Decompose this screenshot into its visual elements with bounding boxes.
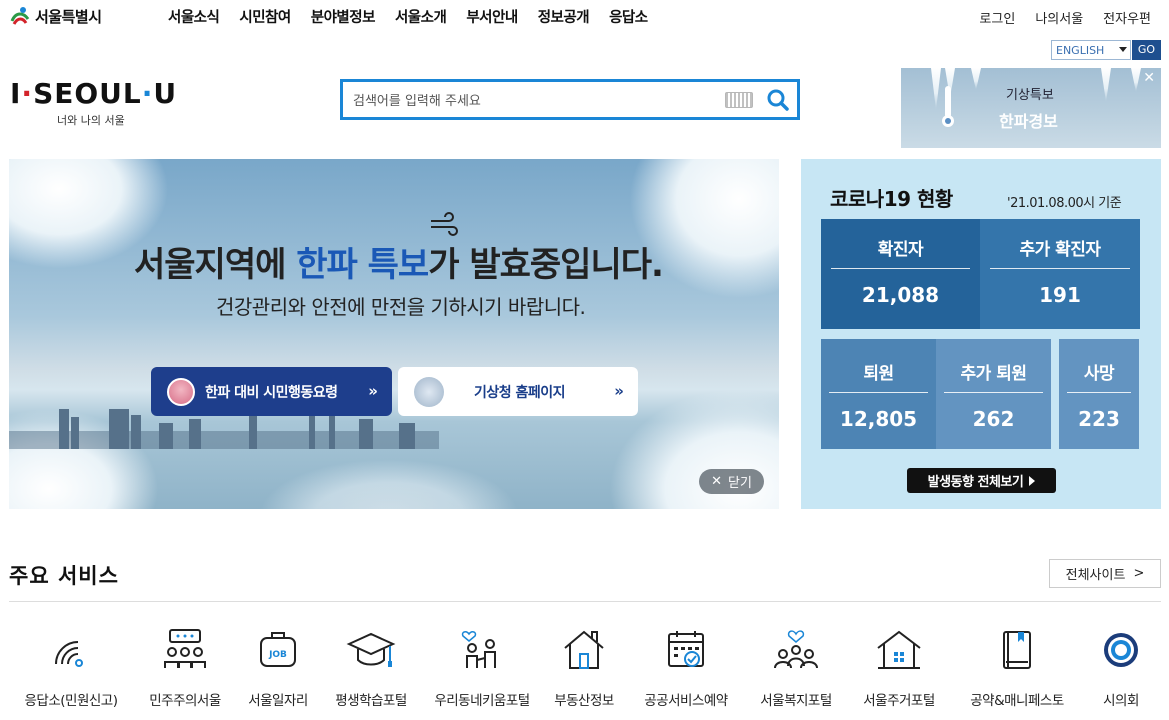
brand-wordmark: I·SEOUL·U xyxy=(10,77,178,110)
language-go-button[interactable]: GO xyxy=(1132,40,1161,60)
alert-title: 한파경보 xyxy=(999,112,1058,131)
section-divider xyxy=(9,601,1161,602)
deaths-value: 223 xyxy=(1078,407,1120,431)
main-menu: 서울소식 시민참여 분야별정보 서울소개 부서안내 정보공개 응답소 xyxy=(168,6,668,27)
covid-status-panel: 코로나19 현황 '21.01.08.00시 기준 확진자 21,088 추가 … xyxy=(801,159,1161,509)
seoul-city-logo[interactable]: 서울특별시 xyxy=(9,5,102,27)
login-link[interactable]: 로그인 xyxy=(979,8,1015,27)
thermometer-icon xyxy=(942,86,954,127)
cold-wave-hero: 서울지역에 한파 특보가 발효중입니다. 건강관리와 안전에 만전을 기하시기 … xyxy=(9,159,779,509)
community-heart-icon xyxy=(774,630,818,669)
service-kium[interactable]: 우리동네키움포털 xyxy=(427,628,537,709)
close-icon: ✕ xyxy=(711,474,722,489)
service-housing[interactable]: 서울주거포털 xyxy=(844,628,954,709)
menu-departments[interactable]: 부서안내 xyxy=(466,6,518,27)
job-bag-icon: JOB xyxy=(260,632,296,667)
council-emblem-icon xyxy=(1104,633,1138,667)
discharged-cell: 퇴원 12,805 xyxy=(821,339,936,449)
services-title: 주요 서비스 xyxy=(9,564,119,588)
menu-about[interactable]: 서울소개 xyxy=(395,6,447,27)
service-real-estate[interactable]: 부동산정보 xyxy=(529,628,639,709)
all-sites-button[interactable]: 전체사이트 > xyxy=(1049,559,1161,588)
menu-disclosure[interactable]: 정보공개 xyxy=(538,6,590,27)
city-name: 서울특별시 xyxy=(35,7,102,26)
signal-icon xyxy=(55,641,83,667)
chevron-right-icon: » xyxy=(368,382,378,400)
virtual-keyboard-icon[interactable] xyxy=(725,91,753,108)
hero-subline: 건강관리와 안전에 만전을 기하시기 바랍니다. xyxy=(216,295,586,319)
menu-field-info[interactable]: 분야별정보 xyxy=(311,6,376,27)
i-seoul-u-logo[interactable]: I·SEOUL·U 너와 나의 서울 xyxy=(10,77,177,128)
hero-headline: 서울지역에 한파 특보가 발효중입니다. xyxy=(134,245,664,285)
apartment-icon xyxy=(877,630,921,669)
language-select[interactable]: ENGLISH xyxy=(1051,40,1131,60)
search-bar: 검색어를 입력해 주세요 xyxy=(340,79,800,120)
close-icon[interactable]: ✕ xyxy=(1143,70,1155,86)
service-learning[interactable]: 평생학습포털 xyxy=(316,628,426,709)
weather-alert-banner[interactable]: 기상특보 한파경보 ✕ xyxy=(901,68,1161,148)
covid-title: 코로나19 현황 xyxy=(830,187,953,211)
discharged-value: 12,805 xyxy=(839,407,918,431)
email-link[interactable]: 전자우편 xyxy=(1103,8,1151,27)
new-discharged-cell: 추가 퇴원 262 xyxy=(936,339,1051,449)
covid-more-button[interactable]: 발생동향 전체보기 xyxy=(907,468,1056,493)
kma-homepage-button[interactable]: 기상청 홈페이지 » xyxy=(398,367,638,416)
wind-icon xyxy=(431,212,458,236)
seoul-symbol-icon xyxy=(10,7,30,25)
confirmed-value: 21,088 xyxy=(861,283,940,307)
family-icon xyxy=(461,631,496,668)
new-confirmed-value: 191 xyxy=(1039,283,1081,307)
language-selector: ENGLISH GO xyxy=(1051,40,1161,60)
brand-tagline: 너와 나의 서울 xyxy=(57,114,125,127)
covid-base-time: '21.01.08.00시 기준 xyxy=(1007,196,1122,211)
menu-news[interactable]: 서울소식 xyxy=(168,6,220,27)
alert-type: 기상특보 xyxy=(1006,88,1054,103)
cold-wave-guide-button[interactable]: 한파 대비 시민행동요령 » xyxy=(151,367,392,416)
service-eungdapso[interactable]: 응답소(민원신고) xyxy=(16,628,126,709)
search-input[interactable]: 검색어를 입력해 주세요 xyxy=(353,90,725,109)
cold-guide-icon xyxy=(167,377,195,406)
svg-text:JOB: JOB xyxy=(268,650,287,660)
weather-icon xyxy=(414,376,444,407)
people-meeting-icon xyxy=(164,629,206,668)
service-welfare[interactable]: 서울복지포털 xyxy=(741,628,851,709)
service-manifesto[interactable]: 공약&매니페스토 xyxy=(962,628,1072,709)
utility-links: 로그인 나의서울 전자우편 xyxy=(979,8,1151,27)
calendar-check-icon xyxy=(668,631,704,667)
book-icon xyxy=(1003,631,1031,669)
new-confirmed-cell: 추가 확진자 191 xyxy=(980,219,1140,329)
service-reservation[interactable]: 공공서비스예약 xyxy=(631,628,741,709)
play-arrow-icon xyxy=(1029,475,1036,486)
menu-eungdapso[interactable]: 응답소 xyxy=(609,6,648,27)
new-discharged-value: 262 xyxy=(972,407,1015,431)
service-city-council[interactable]: 시의회 xyxy=(1066,628,1169,709)
dropdown-arrow-icon xyxy=(1119,47,1127,52)
graduation-cap-icon xyxy=(346,632,396,667)
chevron-right-icon: » xyxy=(614,382,624,400)
deaths-cell: 사망 223 xyxy=(1059,339,1139,449)
house-icon xyxy=(564,630,604,669)
top-navigation: 서울특별시 서울소식 시민참여 분야별정보 서울소개 부서안내 정보공개 응답소… xyxy=(0,0,1169,34)
confirmed-cell: 확진자 21,088 xyxy=(821,219,980,329)
hero-close-button[interactable]: ✕ 닫기 xyxy=(699,469,764,494)
chevron-right-icon: > xyxy=(1133,566,1145,581)
search-icon[interactable] xyxy=(765,87,791,113)
my-seoul-link[interactable]: 나의서울 xyxy=(1035,8,1083,27)
menu-participation[interactable]: 시민참여 xyxy=(239,6,291,27)
